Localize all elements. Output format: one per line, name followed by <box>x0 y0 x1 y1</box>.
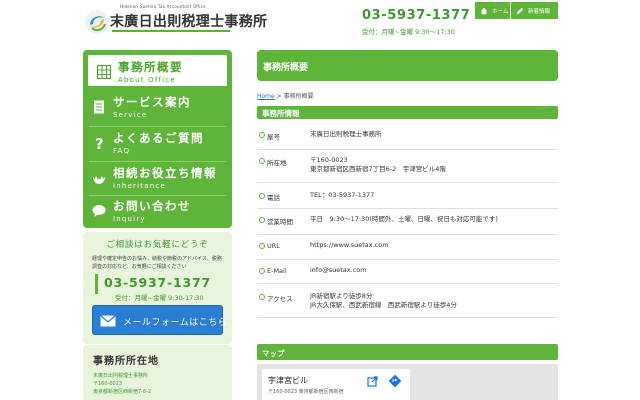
document-icon <box>94 100 104 114</box>
info-label: 営業時間 <box>267 218 293 226</box>
info-value: 末廣日出則税理士事務所 <box>310 130 382 138</box>
phone-accent-bar <box>95 274 98 294</box>
info-value: 東京都新宿区西新宿7丁目6-2 宇津宮ビル4階 <box>310 165 446 173</box>
location-line: 末廣日出則税理士事務所 <box>93 373 149 379</box>
breadcrumb: Home > 事務所概要 <box>257 91 314 100</box>
grid-icon <box>97 65 111 79</box>
mail-form-button[interactable]: メールフォームはこちら <box>92 305 227 335</box>
page-title: 事務所概要 <box>263 63 309 73</box>
sidebar-item-inheritance-sub: Inheritance <box>113 182 166 190</box>
chat-icon <box>92 205 106 217</box>
info-label: 電話 <box>267 194 280 202</box>
sidebar-item-inquiry[interactable]: お問い合わせ Inquiry <box>83 194 232 229</box>
header-hours: 受付：月曜~金曜 9:30〜17:30 <box>362 28 455 36</box>
info-value: JR大久保駅、西武新宿線 西武新宿駅より徒歩4分 <box>310 301 457 309</box>
nav-home-label: ホーム <box>492 8 509 15</box>
sidebar-item-inquiry-label: お問い合わせ <box>113 199 191 213</box>
info-label: 所在地 <box>267 159 287 167</box>
info-value[interactable]: TEL：03-5937-1377 <box>310 191 374 200</box>
breadcrumb-home-link[interactable]: Home <box>257 93 275 100</box>
contact-phone[interactable]: 03-5937-1377 <box>104 275 211 290</box>
info-value: 〒160-0023 <box>310 156 348 164</box>
open-external-icon[interactable] <box>367 376 378 387</box>
logo-subtitle: Hidenori Suehiro Tax Accountant Office <box>120 4 206 9</box>
nav-news-button[interactable]: 新着情報 <box>510 2 558 19</box>
info-value: 平日 9:30〜17:30(時間外、土曜、日曜、祝日も対応可能です) <box>310 215 498 223</box>
info-label: 屋号 <box>267 133 280 141</box>
info-value[interactable]: https://www.suetax.com <box>310 241 389 250</box>
breadcrumb-separator: > <box>274 93 284 100</box>
sidebar-item-service[interactable]: サービス案内 Service <box>83 90 232 125</box>
bullet-icon <box>259 243 265 249</box>
sidebar-item-inquiry-sub: Inquiry <box>113 215 146 223</box>
svg-text:?: ? <box>95 136 104 150</box>
mail-icon <box>100 315 116 327</box>
bullet-icon <box>259 294 265 300</box>
question-icon: ? <box>95 136 104 150</box>
home-icon <box>480 7 488 14</box>
sidebar-item-about-label: 事務所概要 <box>118 60 183 74</box>
sidebar-item-about[interactable]: 事務所概要 About Office <box>86 53 229 88</box>
section-header-map: マップ <box>257 344 558 360</box>
contact-box: ご相談はお気軽にどうぞ 経理や確定申告のお悩み、納税や節税のアドバイス、税務調査… <box>83 232 232 344</box>
sidebar-item-faq-label: よくあるご質問 <box>113 131 204 145</box>
page: Hidenori Suehiro Tax Accountant Office 末… <box>0 0 640 400</box>
bullet-icon <box>259 132 265 138</box>
info-label: アクセス <box>267 295 293 303</box>
info-row-access: アクセス JR新宿駅より徒歩8分 JR大久保駅、西武新宿線 西武新宿駅より徒歩4… <box>257 284 558 318</box>
info-value[interactable]: info@suetax.com <box>310 266 367 275</box>
info-row-url: URL https://www.suetax.com <box>257 235 558 260</box>
bullet-icon <box>259 268 265 274</box>
location-line: 東京都新宿区西新宿7-6-2 <box>93 389 152 395</box>
map-info-card: 宇津宮ビル 〒160-0023 東京都新宿区西新宿 <box>262 369 410 400</box>
info-row-phone: 電話 TEL：03-5937-1377 <box>257 183 558 209</box>
sidebar-menu: 事務所概要 About Office サービス案内 Service ? よくある… <box>83 50 232 228</box>
header-phone[interactable]: 03-5937-1377 <box>362 8 470 23</box>
office-location-box: 事務所所在地 末廣日出則税理士事務所 〒160-0023 東京都新宿区西新宿7-… <box>83 345 232 400</box>
section-title: 事務所情報 <box>262 109 300 118</box>
map-place-name: 宇津宮ビル <box>268 376 308 385</box>
directions-icon[interactable] <box>389 375 401 387</box>
site-header: Hidenori Suehiro Tax Accountant Office 末… <box>0 0 640 42</box>
hands-icon <box>93 176 105 184</box>
info-label: E-Mail <box>267 267 287 275</box>
breadcrumb-current: 事務所概要 <box>283 93 314 100</box>
sidebar-item-inheritance[interactable]: 相続お役立ち情報 Inheritance <box>83 161 232 196</box>
bullet-icon <box>259 158 265 164</box>
logo-underline <box>112 30 230 32</box>
map-title: マップ <box>262 349 285 358</box>
sidebar-item-service-sub: Service <box>113 111 148 119</box>
bullet-icon <box>259 217 265 223</box>
info-value: JR新宿駅より徒歩8分 <box>310 292 373 300</box>
sidebar-item-faq-sub: FAQ <box>113 147 131 155</box>
map-place-address: 〒160-0023 東京都新宿区西新宿 <box>268 389 344 395</box>
contact-hours: 受付：月曜~金曜 9:30-17:30 <box>115 294 204 302</box>
logo-mark-icon[interactable] <box>84 9 110 35</box>
sidebar-item-inheritance-label: 相続お役立ち情報 <box>113 166 217 180</box>
page-title-bar: 事務所概要 <box>257 50 558 81</box>
nav-news-label: 新着情報 <box>528 8 551 15</box>
sidebar-item-service-label: サービス案内 <box>113 95 191 109</box>
logo-title[interactable]: 末廣日出則税理士事務所 <box>110 11 267 31</box>
section-header-office-info: 事務所情報 <box>257 106 558 119</box>
info-row-address: 所在地 〒160-0023 東京都新宿区西新宿7丁目6-2 宇津宮ビル4階 <box>257 150 558 183</box>
info-row-name: 屋号 末廣日出則税理士事務所 <box>257 122 558 150</box>
bullet-icon <box>259 193 265 199</box>
mail-form-label: メールフォームはこちら <box>123 318 228 328</box>
sidebar-item-about-sub: About Office <box>118 76 176 84</box>
location-title: 事務所所在地 <box>93 356 159 367</box>
info-label: URL <box>267 242 280 250</box>
contact-title: ご相談はお気軽にどうぞ <box>106 240 209 250</box>
contact-description: 経理や確定申告のお悩み、納税や節税のアドバイス、税務調査の対応など、お気軽にご相… <box>92 256 222 270</box>
location-line: 〒160-0023 <box>93 381 123 387</box>
sidebar-item-faq[interactable]: ? よくあるご質問 FAQ <box>83 126 232 161</box>
info-row-hours: 営業時間 平日 9:30〜17:30(時間外、土曜、日曜、祝日も対応可能です) <box>257 209 558 235</box>
info-row-email: E-Mail info@suetax.com <box>257 260 558 284</box>
map-embed[interactable]: 宇津宮ビル 〒160-0023 東京都新宿区西新宿 <box>257 364 558 400</box>
pencil-icon <box>516 7 524 14</box>
